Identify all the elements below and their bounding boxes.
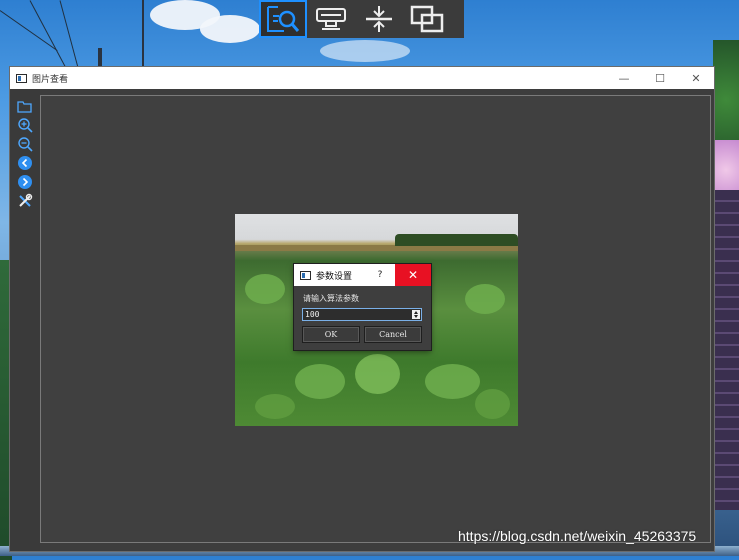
parameter-dialog: 参数设置 ? ✕ 请输入算法参数 100 OK Cancel	[294, 264, 431, 350]
utility-pole	[142, 0, 144, 67]
cloud	[320, 40, 410, 62]
ok-button[interactable]: OK	[302, 326, 360, 343]
cloud	[200, 15, 260, 43]
photo-leaf	[465, 284, 505, 314]
cancel-button[interactable]: Cancel	[364, 326, 422, 343]
help-button[interactable]: ?	[372, 264, 388, 286]
dialog-close-button[interactable]: ✕	[395, 264, 431, 286]
open-folder-icon	[17, 101, 32, 113]
spin-up-icon[interactable]	[414, 310, 418, 314]
monitor-icon	[316, 8, 346, 30]
close-button[interactable]: ✕	[678, 67, 714, 89]
maximize-button[interactable]: ☐	[642, 67, 678, 89]
power-line	[0, 10, 58, 52]
minimize-button[interactable]: —	[606, 67, 642, 89]
zoom-out-icon	[18, 137, 33, 152]
photo-leaf	[475, 389, 510, 419]
zoom-out-button[interactable]	[16, 135, 34, 153]
window-title: 图片查看	[32, 74, 69, 85]
window-controls: — ☐ ✕	[606, 67, 714, 89]
settings-tools-button[interactable]	[16, 192, 34, 210]
monitor-button[interactable]	[307, 0, 355, 38]
compress-vertical-button[interactable]	[355, 0, 403, 38]
parameter-label: 请输入算法参数	[303, 294, 359, 303]
photo-leaf	[355, 354, 400, 394]
search-document-icon	[267, 6, 300, 32]
parameter-spinbox[interactable]: 100	[302, 308, 422, 321]
overlap-windows-icon	[410, 5, 444, 33]
settings-tools-icon	[19, 193, 33, 207]
compress-vertical-icon	[366, 6, 392, 32]
open-folder-button[interactable]	[16, 97, 34, 115]
spin-arrows[interactable]	[412, 310, 420, 319]
previous-button[interactable]	[16, 154, 34, 172]
photo-leaf	[255, 394, 295, 419]
zoom-in-button[interactable]	[16, 116, 34, 134]
zoom-in-icon	[18, 118, 33, 133]
floating-toolbar	[259, 0, 464, 38]
dialog-title: 参数设置	[316, 271, 353, 282]
photo-treeline	[395, 234, 518, 246]
photo-leaf	[425, 364, 480, 399]
watermark-text: https://blog.csdn.net/weixin_45263375	[458, 528, 697, 544]
window-titlebar[interactable]: 图片查看 — ☐ ✕	[10, 67, 714, 89]
utility-pole	[98, 48, 102, 68]
app-icon	[16, 73, 27, 83]
previous-icon	[18, 156, 32, 170]
dialog-titlebar[interactable]: 参数设置 ? ✕	[294, 264, 431, 286]
search-document-button[interactable]	[259, 0, 307, 38]
dialog-app-icon	[300, 270, 311, 280]
parameter-value[interactable]: 100	[305, 310, 319, 319]
side-toolbar	[15, 97, 35, 211]
building	[713, 190, 739, 510]
next-button[interactable]	[16, 173, 34, 191]
next-icon	[18, 175, 32, 189]
photo-leaf	[295, 364, 345, 399]
spin-down-icon[interactable]	[414, 315, 418, 319]
overlap-windows-button[interactable]	[403, 0, 451, 38]
photo-leaf	[245, 274, 285, 304]
